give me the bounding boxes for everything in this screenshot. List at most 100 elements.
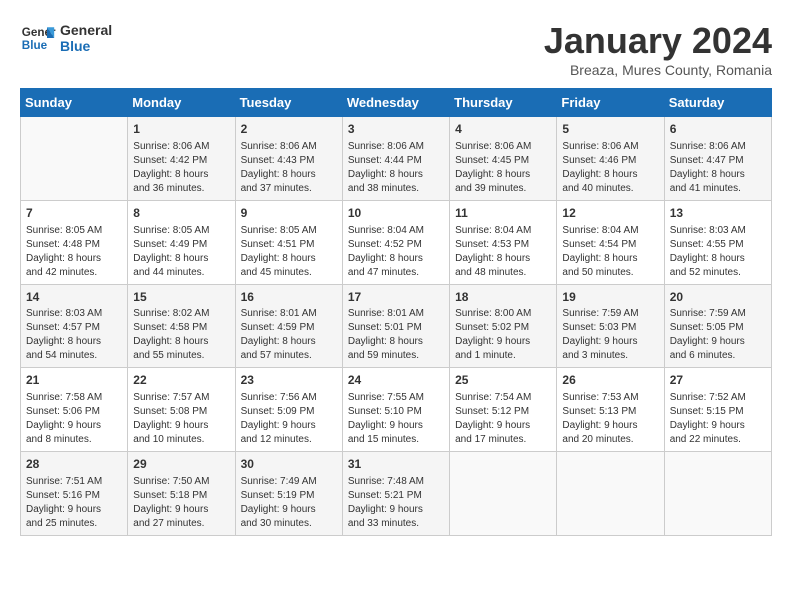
cell-text: Sunrise: 8:06 AM [133,140,229,154]
cell-text: Sunrise: 7:56 AM [241,391,337,405]
calendar-cell [557,452,664,536]
cell-text: and 25 minutes. [26,517,122,531]
cell-text: Daylight: 9 hours [241,419,337,433]
title-block: January 2024 Breaza, Mures County, Roman… [544,20,772,78]
cell-text: Sunrise: 8:03 AM [670,224,766,238]
cell-text: and 37 minutes. [241,182,337,196]
calendar-cell [450,452,557,536]
day-number: 31 [348,456,444,473]
week-row-5: 28Sunrise: 7:51 AMSunset: 5:16 PMDayligh… [21,452,772,536]
week-row-4: 21Sunrise: 7:58 AMSunset: 5:06 PMDayligh… [21,368,772,452]
cell-text: and 50 minutes. [562,266,658,280]
cell-text: Daylight: 9 hours [670,335,766,349]
cell-text: Sunset: 4:58 PM [133,321,229,335]
calendar-cell: 3Sunrise: 8:06 AMSunset: 4:44 PMDaylight… [342,117,449,201]
calendar-cell: 9Sunrise: 8:05 AMSunset: 4:51 PMDaylight… [235,200,342,284]
day-number: 29 [133,456,229,473]
day-number: 10 [348,205,444,222]
cell-text: Daylight: 8 hours [241,168,337,182]
cell-text: Sunset: 4:48 PM [26,238,122,252]
cell-text: Sunset: 4:45 PM [455,154,551,168]
cell-text: and 8 minutes. [26,433,122,447]
cell-text: and 22 minutes. [670,433,766,447]
cell-text: Daylight: 8 hours [670,168,766,182]
cell-text: Daylight: 9 hours [670,419,766,433]
calendar-cell: 31Sunrise: 7:48 AMSunset: 5:21 PMDayligh… [342,452,449,536]
cell-text: Daylight: 9 hours [348,419,444,433]
day-number: 7 [26,205,122,222]
cell-text: and 10 minutes. [133,433,229,447]
day-number: 22 [133,372,229,389]
cell-text: and 20 minutes. [562,433,658,447]
month-title: January 2024 [544,20,772,62]
cell-text: Daylight: 9 hours [26,503,122,517]
day-number: 12 [562,205,658,222]
day-number: 14 [26,289,122,306]
day-number: 26 [562,372,658,389]
calendar-cell: 8Sunrise: 8:05 AMSunset: 4:49 PMDaylight… [128,200,235,284]
cell-text: Sunset: 5:03 PM [562,321,658,335]
cell-text: Sunset: 4:42 PM [133,154,229,168]
cell-text: Sunrise: 8:00 AM [455,307,551,321]
day-number: 15 [133,289,229,306]
header-wednesday: Wednesday [342,89,449,117]
cell-text: Sunrise: 7:59 AM [670,307,766,321]
cell-text: Daylight: 8 hours [348,168,444,182]
cell-text: and 41 minutes. [670,182,766,196]
cell-text: Daylight: 9 hours [562,419,658,433]
cell-text: and 52 minutes. [670,266,766,280]
day-number: 24 [348,372,444,389]
cell-text: Daylight: 8 hours [455,252,551,266]
cell-text: Sunset: 5:10 PM [348,405,444,419]
cell-text: Sunset: 5:21 PM [348,489,444,503]
calendar-cell: 21Sunrise: 7:58 AMSunset: 5:06 PMDayligh… [21,368,128,452]
calendar-cell: 28Sunrise: 7:51 AMSunset: 5:16 PMDayligh… [21,452,128,536]
day-number: 28 [26,456,122,473]
day-number: 21 [26,372,122,389]
cell-text: Sunrise: 8:06 AM [241,140,337,154]
cell-text: Sunset: 5:02 PM [455,321,551,335]
cell-text: Sunset: 4:53 PM [455,238,551,252]
cell-text: Daylight: 8 hours [562,252,658,266]
cell-text: Daylight: 8 hours [133,252,229,266]
cell-text: Sunset: 4:43 PM [241,154,337,168]
cell-text: Sunset: 5:16 PM [26,489,122,503]
cell-text: Sunset: 5:13 PM [562,405,658,419]
cell-text: Sunset: 4:59 PM [241,321,337,335]
cell-text: Sunrise: 8:04 AM [455,224,551,238]
cell-text: Sunrise: 8:06 AM [670,140,766,154]
cell-text: and 45 minutes. [241,266,337,280]
day-number: 1 [133,121,229,138]
cell-text: Daylight: 8 hours [241,252,337,266]
cell-text: Sunset: 4:52 PM [348,238,444,252]
cell-text: Sunset: 5:01 PM [348,321,444,335]
cell-text: Sunrise: 7:50 AM [133,475,229,489]
cell-text: Daylight: 9 hours [133,503,229,517]
cell-text: and 42 minutes. [26,266,122,280]
cell-text: Daylight: 8 hours [455,168,551,182]
cell-text: Sunrise: 8:05 AM [133,224,229,238]
calendar-cell: 19Sunrise: 7:59 AMSunset: 5:03 PMDayligh… [557,284,664,368]
cell-text: Sunrise: 7:57 AM [133,391,229,405]
cell-text: Sunset: 4:54 PM [562,238,658,252]
cell-text: and 40 minutes. [562,182,658,196]
cell-text: Sunrise: 8:05 AM [241,224,337,238]
calendar-header: SundayMondayTuesdayWednesdayThursdayFrid… [21,89,772,117]
cell-text: Sunrise: 7:48 AM [348,475,444,489]
calendar-cell: 20Sunrise: 7:59 AMSunset: 5:05 PMDayligh… [664,284,771,368]
cell-text: Daylight: 9 hours [241,503,337,517]
day-number: 17 [348,289,444,306]
cell-text: and 59 minutes. [348,349,444,363]
header-sunday: Sunday [21,89,128,117]
logo: General Blue General Blue [20,20,112,56]
day-number: 6 [670,121,766,138]
cell-text: Sunrise: 8:05 AM [26,224,122,238]
day-number: 25 [455,372,551,389]
cell-text: Sunset: 4:51 PM [241,238,337,252]
calendar-cell: 11Sunrise: 8:04 AMSunset: 4:53 PMDayligh… [450,200,557,284]
cell-text: Sunset: 5:19 PM [241,489,337,503]
day-number: 13 [670,205,766,222]
cell-text: Sunrise: 7:52 AM [670,391,766,405]
cell-text: and 48 minutes. [455,266,551,280]
cell-text: Daylight: 9 hours [133,419,229,433]
